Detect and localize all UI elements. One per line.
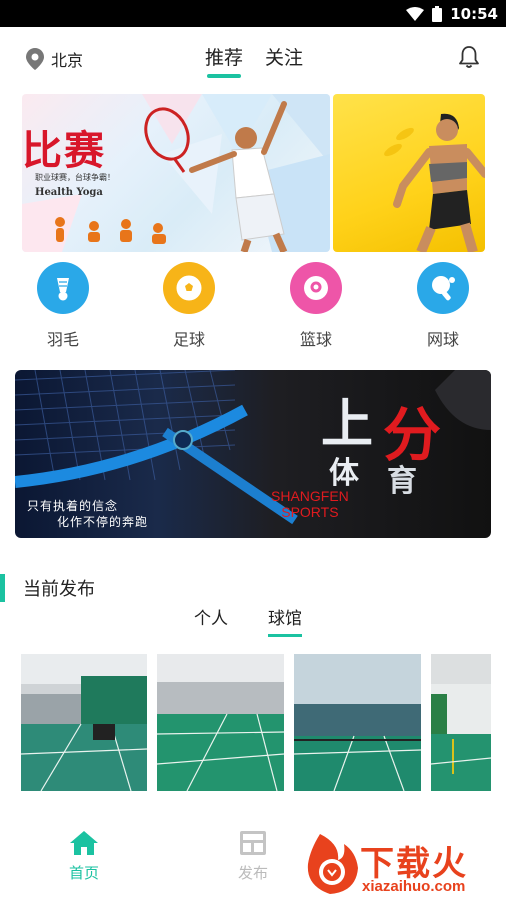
venue-photo (157, 654, 284, 791)
banner-title: 比赛 (22, 127, 106, 174)
promo-title-1: 上 (321, 395, 374, 455)
section-accent-bar (0, 574, 5, 602)
venue-card[interactable] (21, 654, 147, 791)
shuttlecock-icon (37, 262, 89, 314)
promo-slogan: 只有执着的信念 化作不停的奔跑 (27, 498, 148, 530)
venue-list (0, 654, 506, 791)
promo-english-2: SPORTS (281, 504, 339, 520)
watermark-url: xiazaihuo.com (362, 878, 466, 895)
nav-home-label: 首页 (68, 864, 99, 882)
category-label: 篮球 (299, 330, 332, 349)
banner-subtitle: 职业球赛，台球争霸！ (35, 173, 115, 182)
tab-follow[interactable]: 关注 (265, 43, 303, 78)
venue-card[interactable] (431, 654, 491, 791)
promo-slogan-2: 化作不停的奔跑 (57, 515, 149, 529)
billiard-ball-icon (290, 262, 342, 314)
section-header: 当前发布 (0, 573, 95, 603)
banner-slide-running[interactable] (333, 94, 485, 252)
battery-icon (432, 5, 443, 22)
venue-card[interactable] (294, 654, 421, 791)
category-label: 足球 (172, 330, 205, 349)
watermark: 下载火 xiazaihuo.com (300, 828, 506, 900)
flame-logo-icon (307, 834, 358, 894)
venue-photo (294, 654, 421, 791)
category-tennis[interactable]: 网球 (403, 262, 483, 350)
home-icon (70, 831, 98, 855)
top-header: 北京 推荐 关注 (0, 27, 506, 89)
category-football[interactable]: 足球 (149, 262, 229, 350)
bell-icon[interactable] (458, 45, 480, 69)
venue-photo (21, 654, 147, 791)
banner-caption: Health Yoga (35, 187, 103, 198)
location-pin-icon (26, 48, 44, 70)
ping-pong-icon (417, 262, 469, 314)
section-title: 当前发布 (23, 579, 95, 600)
publish-icon (240, 831, 266, 855)
football-icon (163, 262, 215, 314)
promo-title-4: 育 (387, 464, 417, 499)
location-selector[interactable]: 北京 (26, 47, 83, 71)
banner-slide-tennis[interactable]: 比赛 职业球赛，台球争霸！ Health Yoga (22, 94, 330, 252)
status-time: 10:54 (450, 4, 498, 23)
promo-banner[interactable]: 上 分 体 育 SHANGFEN SPORTS 只有执着的信念 化作不停的奔跑 (15, 370, 491, 538)
venue-card[interactable] (157, 654, 284, 791)
subtab-venue[interactable]: 球馆 (268, 604, 302, 637)
nav-publish-label: 发布 (237, 864, 268, 882)
promo-english: SHANGFEN SPORTS (271, 488, 349, 520)
venue-photo (431, 654, 491, 791)
top-tabs: 推荐 关注 (205, 43, 303, 78)
nav-publish[interactable]: 发布 (223, 830, 283, 883)
tab-recommend[interactable]: 推荐 (205, 43, 243, 78)
category-badminton[interactable]: 羽毛 (23, 262, 103, 350)
status-bar: 10:54 (0, 0, 506, 27)
promo-slogan-1: 只有执着的信念 (27, 499, 119, 513)
subtab-personal[interactable]: 个人 (194, 604, 228, 637)
section-subtabs: 个人 球馆 (194, 604, 302, 637)
location-label: 北京 (51, 51, 84, 70)
wifi-icon (406, 6, 425, 21)
banner-runner-illustration (384, 113, 485, 252)
category-label: 网球 (426, 330, 459, 349)
nav-home[interactable]: 首页 (54, 830, 114, 883)
category-basketball[interactable]: 篮球 (276, 262, 356, 350)
promo-english-1: SHANGFEN (271, 488, 349, 504)
category-label: 羽毛 (46, 330, 79, 349)
category-row: 羽毛 足球 篮球 网球 (0, 262, 506, 352)
promo-title-3: 体 (329, 456, 359, 491)
